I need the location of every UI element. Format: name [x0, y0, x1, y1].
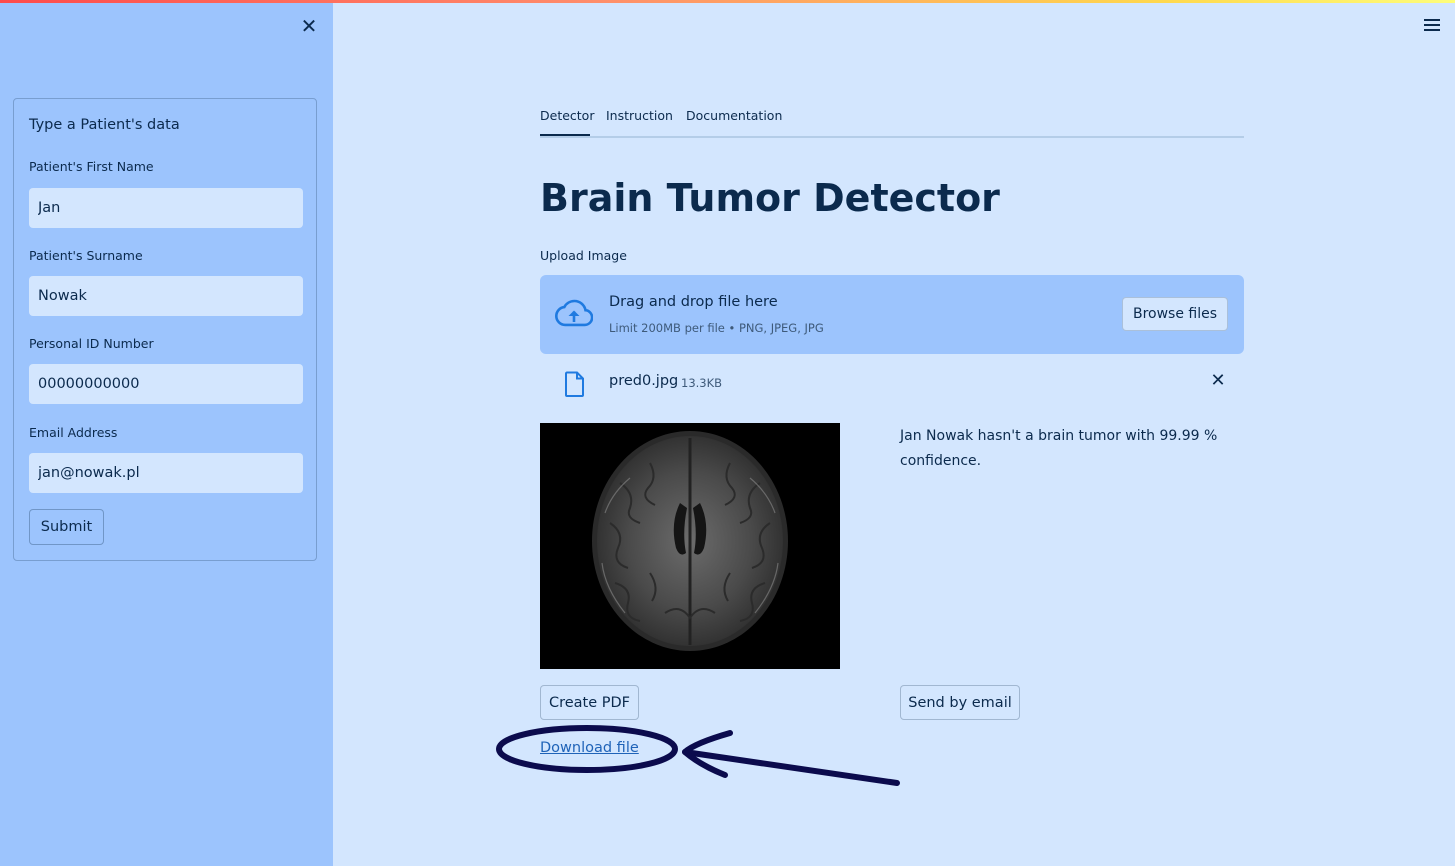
first-name-label: Patient's First Name [29, 159, 154, 174]
sidebar: ✕ Type a Patient's data Patient's First … [0, 0, 333, 866]
personal-id-input[interactable] [29, 364, 303, 404]
file-name: pred0.jpg [609, 373, 679, 389]
send-email-button[interactable]: Send by email [900, 685, 1020, 720]
browse-files-button[interactable]: Browse files [1122, 297, 1228, 331]
tab-bar: Detector Instruction Documentation [540, 100, 1244, 138]
email-label: Email Address [29, 425, 118, 440]
patient-form: Type a Patient's data Patient's First Na… [13, 98, 317, 561]
surname-input[interactable] [29, 276, 303, 316]
tab-documentation[interactable]: Documentation [686, 108, 782, 123]
download-file-link[interactable]: Download file [540, 740, 639, 756]
submit-button[interactable]: Submit [29, 509, 104, 545]
email-input[interactable] [29, 453, 303, 493]
upload-label: Upload Image [540, 248, 627, 263]
file-icon [565, 371, 584, 397]
uploaded-file-row: pred0.jpg 13.3KB ✕ [540, 364, 1244, 404]
file-dropzone[interactable]: Drag and drop file here Limit 200MB per … [540, 275, 1244, 354]
dropzone-main-text: Drag and drop file here [609, 294, 778, 310]
remove-file-icon[interactable]: ✕ [1210, 370, 1226, 392]
dropzone-limit-text: Limit 200MB per file • PNG, JPEG, JPG [609, 321, 824, 335]
create-pdf-button[interactable]: Create PDF [540, 685, 639, 720]
brain-scan-graphic [592, 431, 788, 651]
hamburger-menu-icon[interactable] [1424, 18, 1441, 32]
close-icon[interactable]: ✕ [299, 16, 319, 36]
active-tab-indicator [540, 134, 590, 136]
form-title: Type a Patient's data [29, 117, 180, 133]
surname-label: Patient's Surname [29, 248, 143, 263]
prediction-result: Jan Nowak hasn't a brain tumor with 99.9… [900, 428, 1218, 469]
tab-detector[interactable]: Detector [540, 108, 594, 123]
cloud-upload-icon [555, 299, 593, 327]
file-size: 13.3KB [681, 376, 723, 390]
page-title: Brain Tumor Detector [540, 176, 1000, 220]
tab-instruction[interactable]: Instruction [606, 108, 673, 123]
first-name-input[interactable] [29, 188, 303, 228]
top-decoration-bar [0, 0, 1455, 3]
annotation-circle-arrow [496, 725, 900, 786]
mri-scan-image [540, 423, 840, 669]
personal-id-label: Personal ID Number [29, 336, 154, 351]
